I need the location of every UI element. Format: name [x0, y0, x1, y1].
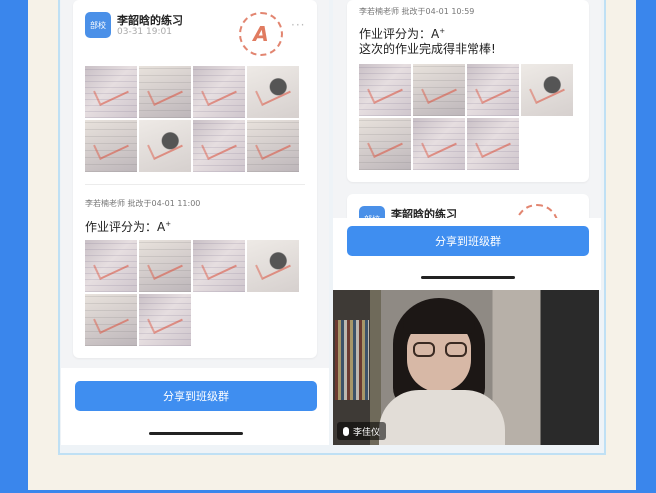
submission-thumb[interactable]	[85, 66, 137, 118]
more-options-icon[interactable]: ···	[291, 18, 305, 32]
grade-result: 作业评分为：A+	[85, 215, 171, 236]
submission-thumb[interactable]	[247, 120, 299, 172]
graded-thumb[interactable]	[85, 294, 137, 346]
submission-thumb[interactable]	[85, 120, 137, 172]
glasses	[413, 342, 467, 358]
bookshelf	[335, 320, 369, 400]
graded-thumb[interactable]	[139, 294, 191, 346]
graded-thumb[interactable]	[359, 64, 411, 116]
grade-stamp-icon: A	[239, 12, 283, 56]
graded-thumb[interactable]	[467, 64, 519, 116]
grader-info: 李若楠老师 批改于04-01 11:00	[85, 199, 201, 208]
left-phone-screen: 部校 李韶晗的练习 03-31 19:01 A ··· 李若楠老师 批改于04-…	[61, 0, 329, 445]
fringe	[403, 304, 475, 334]
participant-name: 李佳仪	[353, 427, 381, 438]
graded-thumb[interactable]	[413, 64, 465, 116]
graded-card: 李若楠老师 批改于04-01 10:59 作业评分为：A+ 这次的作业完成得非常…	[347, 0, 589, 182]
share-to-class-button[interactable]: 分享到班级群	[75, 381, 317, 411]
participant-video	[379, 298, 505, 445]
video-call-tile[interactable]: 李佳仪	[333, 290, 599, 445]
graded-thumb[interactable]	[85, 240, 137, 292]
grader-info: 李若楠老师 批改于04-01 10:59	[359, 7, 475, 16]
home-indicator	[149, 432, 243, 435]
divider	[85, 184, 305, 185]
graded-thumb[interactable]	[193, 240, 245, 292]
grade-text: 作业评分为：A	[359, 27, 440, 41]
lens-left	[413, 342, 435, 357]
submission-thumb[interactable]	[139, 120, 191, 172]
author-name: 李韶晗的练习	[117, 14, 183, 27]
submission-thumb[interactable]	[247, 66, 299, 118]
submit-date: 03-31 19:01	[117, 27, 172, 37]
grade-sup: +	[439, 27, 446, 35]
stage: 部校 李韶晗的练习 03-31 19:01 A ··· 李若楠老师 批改于04-…	[28, 0, 636, 490]
body	[379, 390, 505, 445]
submission-thumb[interactable]	[193, 120, 245, 172]
graded-thumb[interactable]	[413, 118, 465, 170]
grade-sup: +	[165, 220, 172, 228]
graded-thumb[interactable]	[139, 240, 191, 292]
microphone-icon	[343, 426, 349, 436]
graded-thumb[interactable]	[521, 64, 573, 116]
submission-thumb[interactable]	[193, 66, 245, 118]
submission-thumb[interactable]	[139, 66, 191, 118]
class-avatar: 部校	[85, 12, 111, 38]
teacher-comment: 这次的作业完成得非常棒!	[359, 42, 496, 56]
graded-thumb[interactable]	[247, 240, 299, 292]
submission-images	[85, 66, 299, 172]
homework-card: 部校 李韶晗的练习 03-31 19:01 A ··· 李若楠老师 批改于04-…	[73, 0, 317, 358]
home-indicator	[421, 276, 515, 279]
graded-thumb[interactable]	[467, 118, 519, 170]
graded-images	[359, 64, 573, 170]
graded-images	[85, 240, 299, 346]
participant-tag: 李佳仪	[337, 422, 387, 440]
grade-text: 作业评分为：A	[85, 220, 166, 234]
share-to-class-button[interactable]: 分享到班级群	[347, 226, 589, 256]
graded-thumb[interactable]	[359, 118, 411, 170]
right-phone-screen: 李若楠老师 批改于04-01 10:59 作业评分为：A+ 这次的作业完成得非常…	[333, 0, 601, 290]
lens-right	[445, 342, 467, 357]
